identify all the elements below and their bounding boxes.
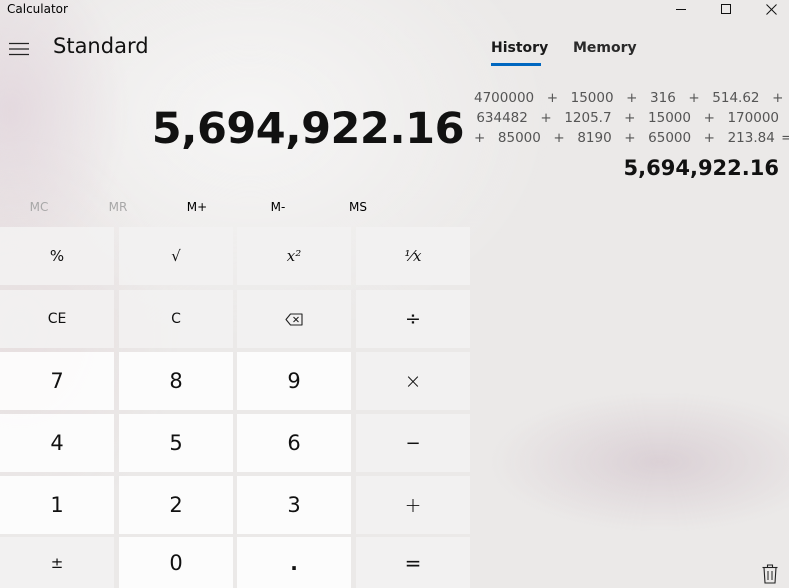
clear-button[interactable]: C [119,290,233,348]
clear-entry-button[interactable]: CE [0,290,114,348]
calculator-mode-title: Standard [53,34,149,58]
equals-button[interactable]: = [356,537,470,588]
negate-label: ± [50,553,64,572]
navigation-menu-button[interactable] [0,30,38,68]
memory-subtract-button[interactable]: M- [239,196,317,218]
backspace-button[interactable] [237,290,351,348]
digit-6-button[interactable]: 6 [237,414,351,472]
result-display: 5,694,922.16 [151,104,465,154]
reciprocal-label: ¹⁄x [404,247,422,265]
app-title: Calculator [7,2,68,16]
tab-history[interactable]: History [491,40,548,56]
digit-6-label: 6 [287,431,301,455]
backspace-icon [285,312,303,326]
digit-8-label: 8 [169,369,183,393]
add-label: + [404,493,422,517]
digit-3-label: 3 [287,493,301,517]
clear-label: C [171,311,181,327]
multiply-button[interactable]: × [356,352,470,410]
percent-button[interactable]: % [0,227,114,285]
multiply-label: × [404,369,422,393]
reciprocal-button[interactable]: ¹⁄x [356,227,470,285]
history-expression-line-3: + 85000 + 8190 + 65000 + 213.84 = [474,130,789,146]
subtract-label: − [405,432,421,454]
close-button[interactable] [748,0,789,18]
digit-7-button[interactable]: 7 [0,352,114,410]
percent-label: % [49,247,65,265]
divide-label: ÷ [405,308,421,330]
trash-icon [762,564,778,584]
digit-1-label: 1 [50,493,64,517]
digit-7-label: 7 [50,369,64,393]
subtract-button[interactable]: − [356,414,470,472]
square-root-button[interactable]: √ [119,227,233,285]
decimal-button[interactable]: . [237,537,351,588]
minimize-icon [675,8,686,10]
digit-4-button[interactable]: 4 [0,414,114,472]
clear-entry-label: CE [47,311,67,327]
digit-9-label: 9 [287,369,301,393]
maximize-icon [720,3,731,14]
digit-8-button[interactable]: 8 [119,352,233,410]
active-tab-indicator [491,63,541,66]
digit-2-button[interactable]: 2 [119,476,233,534]
memory-clear-button[interactable]: MC [0,196,78,218]
minimize-button[interactable] [658,0,704,18]
memory-recall-button[interactable]: MR [79,196,157,218]
maximize-button[interactable] [703,0,749,18]
digit-5-button[interactable]: 5 [119,414,233,472]
clear-history-button[interactable] [760,563,780,585]
square-label: x² [286,247,302,265]
memory-controls: MC MR M+ M- MS [0,196,470,218]
memory-add-button[interactable]: M+ [158,196,236,218]
history-result: 5,694,922.16 [623,156,779,180]
tab-memory[interactable]: Memory [573,40,637,56]
digit-4-label: 4 [50,431,64,455]
hamburger-menu-icon [9,42,29,56]
history-expression-line-1: 4700000 + 15000 + 316 + 514.62 + [474,90,784,106]
history-expression-line-2: 634482 + 1205.7 + 15000 + 170000 [476,110,779,126]
divide-button[interactable]: ÷ [356,290,470,348]
square-button[interactable]: x² [237,227,351,285]
negate-button[interactable]: ± [0,537,114,588]
digit-3-button[interactable]: 3 [237,476,351,534]
memory-store-button[interactable]: MS [319,196,397,218]
equals-label: = [404,550,422,575]
digit-1-button[interactable]: 1 [0,476,114,534]
close-icon [765,3,777,15]
digit-9-button[interactable]: 9 [237,352,351,410]
title-bar: Calculator [0,0,789,32]
digit-0-label: 0 [169,550,183,575]
add-button[interactable]: + [356,476,470,534]
square-root-label: √ [171,247,181,265]
digit-5-label: 5 [169,431,183,455]
decimal-label: . [290,550,298,575]
digit-0-button[interactable]: 0 [119,537,233,588]
digit-2-label: 2 [169,493,183,517]
